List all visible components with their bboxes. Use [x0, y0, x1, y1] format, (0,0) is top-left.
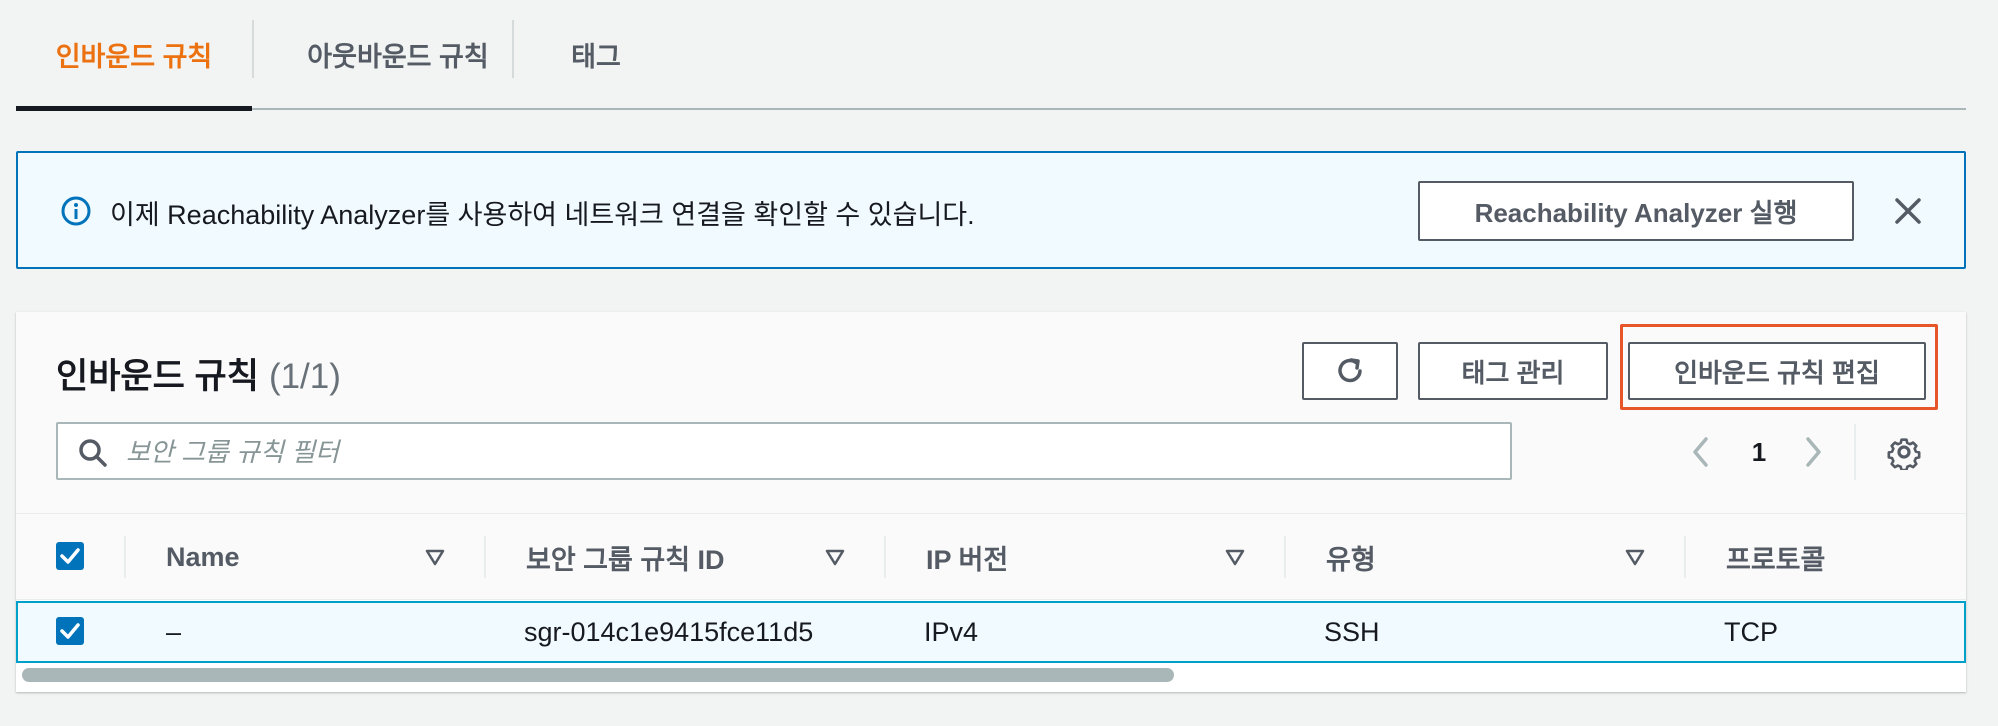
cell-protocol: TCP — [1724, 616, 1778, 647]
panel-header: 인바운드 규칙(1/1) 태그 관리 인바운드 규칙 편집 1 — [16, 312, 1966, 514]
close-icon[interactable] — [1888, 191, 1928, 231]
column-divider — [1284, 536, 1286, 578]
cell-type: SSH — [1324, 616, 1380, 647]
column-divider — [1684, 536, 1686, 578]
select-all-checkbox[interactable] — [56, 542, 84, 570]
checkmark-icon — [60, 548, 80, 564]
cell-rule-id: sgr-014c1e9415fce11d5 — [524, 616, 814, 647]
horizontal-scrollbar[interactable] — [22, 668, 1174, 682]
cell-ip-version: IPv4 — [924, 616, 979, 647]
search-box — [56, 422, 1512, 480]
inbound-rules-panel: 인바운드 규칙(1/1) 태그 관리 인바운드 규칙 편집 1 — [16, 312, 1966, 692]
flash-message: 이제 Reachability Analyzer를 사용하여 네트워크 연결을 … — [110, 200, 975, 230]
run-reachability-analyzer-button[interactable]: Reachability Analyzer 실행 — [1418, 181, 1854, 241]
table-row[interactable]: – sgr-014c1e9415fce11d5 IPv4 SSH TCP — [16, 601, 1966, 663]
tab-divider — [252, 20, 254, 78]
refresh-icon — [1338, 358, 1362, 383]
column-divider — [484, 536, 486, 578]
column-divider — [124, 536, 126, 578]
column-header-name[interactable]: Name — [166, 514, 240, 600]
column-header-ip-version[interactable]: IP 버전 — [926, 514, 1008, 600]
rule-count: (1/1) — [268, 357, 341, 396]
sort-icon[interactable] — [824, 546, 846, 568]
tab-bar: 인바운드 규칙 아웃바운드 규칙 태그 — [16, 0, 1966, 111]
edit-inbound-rules-button[interactable]: 인바운드 규칙 편집 — [1628, 342, 1926, 400]
tab-tags[interactable]: 태그 — [536, 0, 656, 108]
divider — [1854, 424, 1856, 480]
tab-inbound-rules[interactable]: 인바운드 규칙 — [16, 0, 252, 111]
sort-icon[interactable] — [1624, 546, 1646, 568]
search-input[interactable] — [126, 432, 1486, 472]
gear-icon[interactable] — [1886, 434, 1922, 470]
table-header: Name 보안 그룹 규칙 ID IP 버전 유형 프로토콜 — [16, 514, 1966, 600]
manage-tags-button[interactable]: 태그 관리 — [1418, 342, 1608, 400]
info-flashbar: 이제 Reachability Analyzer를 사용하여 네트워크 연결을 … — [16, 151, 1966, 269]
info-icon — [61, 196, 91, 226]
chevron-left-icon[interactable] — [1686, 434, 1716, 470]
tab-divider — [512, 20, 514, 78]
column-divider — [884, 536, 886, 578]
current-page-number[interactable]: 1 — [1744, 434, 1774, 470]
column-header-type[interactable]: 유형 — [1326, 514, 1376, 600]
cell-name: – — [166, 616, 182, 647]
sort-icon[interactable] — [424, 546, 446, 568]
column-header-rule-id[interactable]: 보안 그룹 규칙 ID — [526, 514, 725, 600]
row-checkbox[interactable] — [56, 617, 84, 645]
search-icon — [79, 439, 107, 467]
refresh-button[interactable] — [1302, 342, 1398, 400]
chevron-right-icon[interactable] — [1798, 434, 1828, 470]
sort-icon[interactable] — [1224, 546, 1246, 568]
column-header-protocol[interactable]: 프로토콜 — [1726, 514, 1825, 600]
tab-outbound-rules[interactable]: 아웃바운드 규칙 — [272, 0, 524, 108]
panel-title: 인바운드 규칙 (1/1) — [56, 348, 341, 399]
checkmark-icon — [60, 623, 80, 639]
panel-title-text: 인바운드 규칙 — [56, 357, 259, 396]
